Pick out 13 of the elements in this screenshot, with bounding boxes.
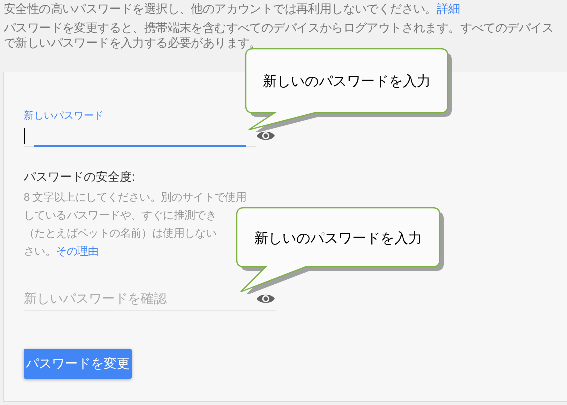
callout-text: 新しいのパスワードを入力 (262, 72, 432, 91)
strength-title: パスワードの安全度: (24, 169, 136, 186)
strength-hint: 8 文字以上にしてください。別のサイトで使用 しているパスワードや、すぐに推測でき （たとえばペットの名前）は使用しない さい。その理由 (24, 190, 248, 260)
eye-icon[interactable] (256, 129, 276, 143)
reason-link[interactable]: その理由 (56, 246, 99, 258)
details-link[interactable]: 詳細 (436, 2, 460, 16)
field-label: 新しいパスワード (24, 110, 105, 124)
change-password-button[interactable]: パスワードを変更 (24, 349, 132, 379)
password-input[interactable] (24, 125, 256, 147)
callout-text: 新しいのパスワードを入力 (254, 228, 424, 248)
intro-text: 安全性の高いパスワードを選択し、他のアカウントでは再利用しないでください。詳細 (4, 2, 462, 17)
notice-text: パスワードを変更すると、携帯端末を含むすべてのデバイスからログアウトされます。すべてのデバイスで新しいパスワードを入力する必要があります。 (4, 21, 555, 51)
confirm-password-input[interactable]: 新しいパスワードを確認 (24, 288, 256, 310)
